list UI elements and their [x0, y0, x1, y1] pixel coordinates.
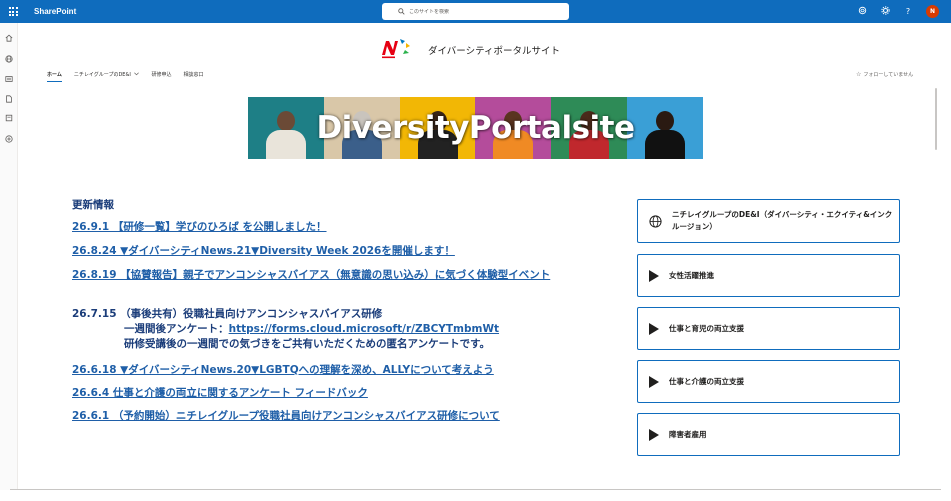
- news-link[interactable]: 26.6.18 ▼ダイバーシティNews.20▼LGBTQへの理解を深め、ALL…: [72, 364, 494, 376]
- globe-icon: [649, 214, 662, 228]
- news-item: 26.7.15 （事後共有）役職社員向けアンコンシャスバイアス研修 一週間後アン…: [72, 307, 632, 352]
- banner-title: DiversityPortalsite: [316, 110, 635, 146]
- news-item: 26.8.19 【協賛報告】親子でアンコンシャスバイアス（無意識の思い込み）に気…: [72, 268, 620, 283]
- news-text: 研修受講後の一週間での気づきをご共有いただくための匿名アンケートです。: [124, 338, 491, 350]
- news-link[interactable]: 26.8.24 ▼ダイバーシティNews.21▼Diversity Week 2…: [72, 245, 455, 257]
- news-link[interactable]: 26.8.19 【協賛報告】親子でアンコンシャスバイアス（無意識の思い込み）に気…: [72, 269, 550, 281]
- news-item: 26.6.1 （予約開始）ニチレイグループ役職社員向けアンコンシャスバイアス研修…: [72, 409, 632, 424]
- play-icon: [649, 375, 659, 388]
- nav-item-consultation[interactable]: 相談窓口: [183, 71, 203, 81]
- waffle-icon: [8, 7, 18, 16]
- quick-link-label: 仕事と育児の両立支援: [669, 323, 744, 333]
- nav-item-home[interactable]: ホーム: [47, 71, 62, 82]
- news-text: 一週間後アンケート：: [124, 323, 229, 335]
- quick-link-childcare[interactable]: 仕事と育児の両立支援: [637, 307, 900, 350]
- avatar[interactable]: N: [926, 5, 939, 18]
- star-icon: ☆: [856, 71, 862, 78]
- nav-item-label: ニチレイグループのDE&I: [73, 72, 131, 78]
- globe-icon[interactable]: [4, 54, 14, 64]
- chevron-down-icon: [134, 72, 140, 76]
- quick-link-dei[interactable]: ニチレイグループのDE&I（ダイバーシティ・エクイティ&インクルージョン）: [637, 199, 900, 243]
- quick-link-label: ニチレイグループのDE&I（ダイバーシティ・エクイティ&インクルージョン）: [672, 210, 893, 231]
- news-icon[interactable]: [4, 74, 14, 84]
- news-item: 26.6.4 仕事と介護の両立に関するアンケート フィードバック: [72, 386, 632, 401]
- news-link[interactable]: 26.6.1 （予約開始）ニチレイグループ役職社員向けアンコンシャスバイアス研修…: [72, 410, 500, 422]
- left-rail: [0, 23, 18, 490]
- suite-bar: SharePoint ? N: [0, 0, 951, 23]
- search-input[interactable]: [409, 8, 549, 15]
- play-icon: [649, 269, 659, 282]
- gear-icon[interactable]: [880, 5, 890, 18]
- help-icon[interactable]: ?: [903, 7, 913, 17]
- quick-link-label: 障害者雇用: [669, 429, 707, 439]
- news-link[interactable]: 26.6.4 仕事と介護の両立に関するアンケート フィードバック: [72, 387, 368, 399]
- news-heading: 更新情報: [72, 199, 114, 211]
- file-icon[interactable]: [4, 94, 14, 104]
- quick-link-nursing-care[interactable]: 仕事と介護の両立支援: [637, 360, 900, 403]
- site-title[interactable]: ダイバーシティポータルサイト: [428, 43, 560, 57]
- scrollbar-thumb[interactable]: [935, 88, 937, 150]
- add-icon[interactable]: [4, 134, 14, 144]
- nav-item-dei[interactable]: ニチレイグループのDE&I: [74, 71, 140, 81]
- follow-button[interactable]: ☆ フォローしていません: [856, 71, 913, 78]
- search-icon: [398, 8, 405, 15]
- nav-item-training[interactable]: 研修申込: [151, 71, 171, 81]
- quick-link-women[interactable]: 女性活躍推進: [637, 254, 900, 297]
- news-item: 26.8.24 ▼ダイバーシティNews.21▼Diversity Week 2…: [72, 244, 632, 259]
- site-navigation: ホーム ニチレイグループのDE&I 研修申込 相談窓口: [47, 71, 203, 82]
- app-launcher-button[interactable]: [0, 0, 26, 23]
- survey-link[interactable]: https://forms.cloud.microsoft/r/ZBCYTmbm…: [229, 323, 499, 335]
- page-bottom-divider: [10, 489, 941, 490]
- quick-link-disability-employment[interactable]: 障害者雇用: [637, 413, 900, 456]
- play-icon: [649, 322, 659, 335]
- news-item: 26.6.18 ▼ダイバーシティNews.20▼LGBTQへの理解を深め、ALL…: [72, 363, 632, 378]
- follow-label: フォローしていません: [863, 72, 914, 78]
- quick-link-label: 仕事と介護の両立支援: [669, 376, 744, 386]
- play-icon: [649, 428, 659, 441]
- home-icon[interactable]: [4, 33, 14, 43]
- pages-icon[interactable]: [4, 113, 14, 123]
- search-box[interactable]: [382, 3, 569, 20]
- hero-banner: DiversityPortalsite: [248, 97, 703, 159]
- app-name[interactable]: SharePoint: [34, 0, 76, 23]
- news-survey-line: 一週間後アンケート：https://forms.cloud.microsoft/…: [72, 322, 632, 337]
- news-link[interactable]: 26.9.1 【研修一覧】学びのひろば を公開しました！: [72, 221, 327, 233]
- news-text: 26.7.15 （事後共有）役職社員向けアンコンシャスバイアス研修: [72, 308, 383, 320]
- suite-bar-actions: ? N: [857, 0, 939, 23]
- quick-link-label: 女性活躍推進: [669, 270, 714, 280]
- copilot-icon[interactable]: [857, 6, 867, 18]
- site-logo[interactable]: [381, 37, 411, 59]
- news-item: 26.9.1 【研修一覧】学びのひろば を公開しました！: [72, 220, 632, 235]
